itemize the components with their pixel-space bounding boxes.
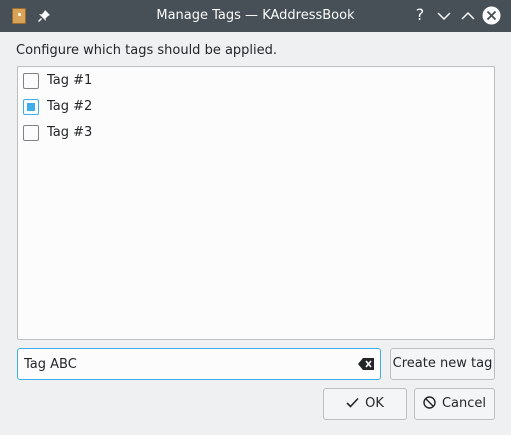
tag-list[interactable]: Tag #1 Tag #2 Tag #3 (17, 66, 495, 340)
new-tag-input[interactable] (24, 349, 344, 379)
tag-checkbox-1[interactable] (23, 73, 39, 89)
ok-button-label: OK (365, 396, 384, 411)
help-button[interactable]: ? (412, 5, 428, 24)
tag-label-3: Tag #3 (47, 125, 93, 140)
tag-label-1: Tag #1 (47, 73, 93, 88)
cancel-button-label: Cancel (441, 396, 487, 411)
new-tag-field[interactable] (17, 348, 381, 380)
title-bar[interactable]: Manage Tags — KAddressBook ? (0, 0, 511, 32)
tag-checkbox-3[interactable] (23, 125, 39, 141)
manage-tags-dialog: Manage Tags — KAddressBook ? Configure w… (0, 0, 511, 435)
cancel-button[interactable]: Cancel (414, 388, 495, 420)
ok-button[interactable]: OK (323, 388, 407, 420)
close-icon[interactable] (482, 6, 501, 25)
instruction-text: Configure which tags should be applied. (16, 43, 278, 58)
checkmark-icon (346, 397, 359, 408)
chevron-down-icon[interactable] (435, 7, 453, 25)
tag-item-2[interactable]: Tag #2 (18, 94, 494, 120)
tag-label-2: Tag #2 (47, 99, 93, 114)
chevron-up-icon[interactable] (459, 7, 477, 25)
tag-checkbox-2[interactable] (23, 99, 39, 115)
tag-item-3[interactable]: Tag #3 (18, 120, 494, 146)
tag-item-1[interactable]: Tag #1 (18, 68, 494, 94)
clear-text-icon[interactable] (358, 358, 374, 370)
cancel-icon (423, 396, 436, 409)
create-new-tag-button[interactable]: Create new tag (390, 348, 495, 380)
